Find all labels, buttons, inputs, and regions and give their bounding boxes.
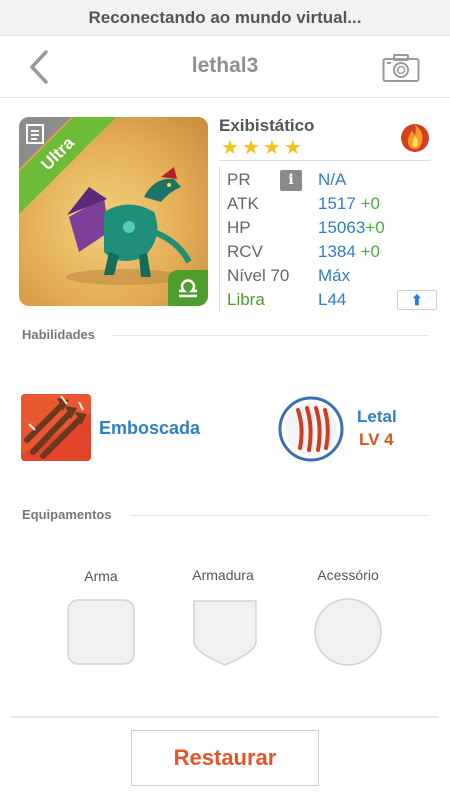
connection-status-text: Reconectando ao mundo virtual... xyxy=(88,8,362,27)
arrow-up-icon: ⬆ xyxy=(411,292,423,308)
libra-sign-badge xyxy=(168,270,208,306)
camera-button[interactable] xyxy=(382,53,420,83)
star-icon: ★ xyxy=(283,137,302,159)
star-icon: ★ xyxy=(241,137,260,159)
stat-label-rcv: RCV xyxy=(227,242,263,261)
equip-label-weapon: Arma xyxy=(84,568,118,584)
stat-row-atk: ATK 1517 +0 xyxy=(227,192,432,216)
navigation-bar: lethal3 xyxy=(0,36,450,98)
section-header-abilities: Habilidades xyxy=(22,327,95,342)
connection-status-bar: Reconectando ao mundo virtual... xyxy=(0,0,450,36)
star-icon: ★ xyxy=(221,137,239,159)
weapon-slot[interactable] xyxy=(66,598,136,666)
skill-icon[interactable] xyxy=(21,394,91,461)
stat-row-sign: Libra L44 ⬆ xyxy=(227,288,439,312)
stat-hp-number: 15063 xyxy=(318,218,366,237)
stats-panel: PR i N/A ATK 1517 +0 HP 15063+0 RCV 1384… xyxy=(219,166,437,312)
equip-label-armor: Armadura xyxy=(192,567,254,583)
stat-label-sign: Libra xyxy=(227,290,265,309)
monster-name: Exibistático xyxy=(219,116,315,135)
stat-label-level: Nível 70 xyxy=(227,266,290,285)
leader-skill-name: Letal xyxy=(357,407,397,426)
stat-value-atk: 1517 +0 xyxy=(318,192,380,216)
fire-element-icon xyxy=(401,124,429,152)
ambush-skill-icon xyxy=(21,394,91,461)
camera-icon xyxy=(382,54,420,82)
leader-skill-level: LV 4 xyxy=(359,430,394,449)
star-rating: ★ ★ ★ ★ xyxy=(221,138,302,158)
equip-label-accessory: Acessório xyxy=(317,567,379,583)
stat-label-pr: PR xyxy=(227,170,251,189)
skill-name: Emboscada xyxy=(99,418,201,438)
stat-atk-plus: +0 xyxy=(360,194,380,213)
stat-label-hp: HP xyxy=(227,218,251,237)
libra-sign-icon xyxy=(179,279,197,298)
stat-value-hp: 15063+0 xyxy=(318,216,385,240)
dragon-artwork xyxy=(66,167,192,285)
restore-button[interactable]: Restaurar xyxy=(131,730,319,786)
stat-label-atk: ATK xyxy=(227,194,259,213)
stat-value-level: Máx xyxy=(318,266,351,285)
stat-value-pr: N/A xyxy=(318,170,347,189)
stat-atk-number: 1517 xyxy=(318,194,356,213)
sign-upgrade-button[interactable]: ⬆ xyxy=(397,290,437,310)
leader-skill-button[interactable] xyxy=(278,396,344,462)
stat-row-level: Nível 70 Máx xyxy=(227,264,432,288)
name-divider xyxy=(219,160,431,161)
star-icon: ★ xyxy=(262,137,281,159)
stat-rcv-number: 1384 xyxy=(318,242,356,261)
section-header-equipment: Equipamentos xyxy=(22,507,112,522)
section-divider xyxy=(130,515,429,516)
section-divider xyxy=(112,335,429,336)
accessory-slot[interactable] xyxy=(313,597,383,667)
armor-slot[interactable] xyxy=(191,598,259,668)
stat-hp-plus: +0 xyxy=(365,218,385,237)
info-button[interactable]: i xyxy=(280,170,302,191)
stat-rcv-plus: +0 xyxy=(360,242,380,261)
document-icon xyxy=(26,124,44,144)
stat-row-rcv: RCV 1384 +0 xyxy=(227,240,432,264)
stat-row-hp: HP 15063+0 xyxy=(227,216,432,240)
bottom-divider xyxy=(11,716,439,718)
claw-marks-icon xyxy=(278,396,344,462)
stat-value-rcv: 1384 +0 xyxy=(318,240,380,264)
stat-row-pr: PR i N/A xyxy=(227,168,432,192)
stat-value-sign: L44 xyxy=(318,290,347,309)
monster-portrait[interactable]: Ultra xyxy=(19,117,208,306)
